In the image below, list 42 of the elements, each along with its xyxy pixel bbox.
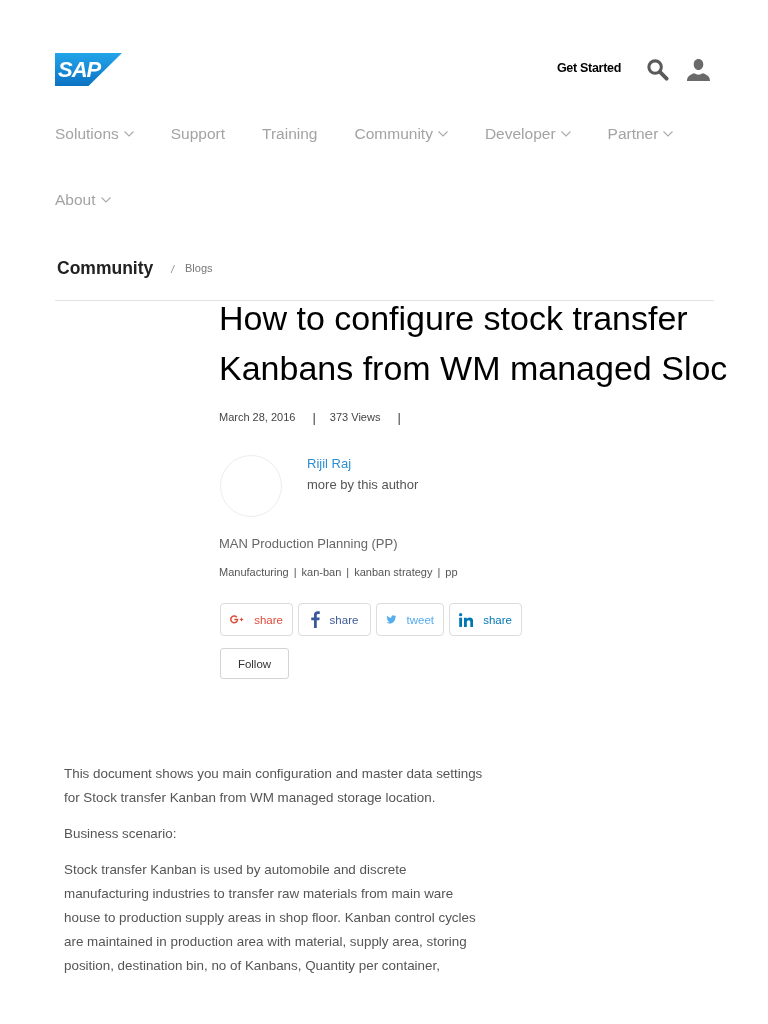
share-button[interactable]: share [298, 603, 371, 636]
nav-item[interactable]: About [55, 190, 111, 210]
nav-item[interactable]: Developer [484, 124, 571, 144]
tag-separator: | [437, 566, 441, 578]
breadcrumb-link[interactable]: Community [57, 257, 154, 279]
get-started-link[interactable]: Get Started [556, 61, 621, 75]
author-name-link[interactable]: Rijil Raj [307, 455, 352, 473]
article-title: How to configure stock transfer Kanbans from WM managed Sloc [219, 298, 729, 389]
tag-link[interactable]: kan-ban [301, 566, 342, 578]
breadcrumb-separator: / [171, 263, 175, 275]
paragraph: Business scenario: [64, 825, 178, 843]
logo[interactable]: SAP [55, 53, 122, 86]
paragraph: This document shows you main configuration and master data settings for Stock transfer Kanban from WM managed storage location. [64, 765, 484, 807]
tag-link[interactable]: pp [445, 566, 458, 578]
user-icon[interactable] [687, 58, 710, 81]
tag-link[interactable]: kanban strategy [354, 566, 433, 578]
tag-link[interactable]: Manufacturing [219, 566, 289, 578]
nav-item[interactable]: Solutions [55, 124, 134, 144]
tag-separator: | [293, 566, 297, 578]
nav-item[interactable]: Partner [607, 124, 674, 144]
chevron-down-icon [123, 131, 134, 137]
meta-text: March 28, 2016 [219, 411, 296, 423]
share-button[interactable]: tweet [376, 603, 444, 636]
share-button[interactable]: share [449, 603, 522, 636]
share-button[interactable]: share [220, 603, 293, 636]
tag-separator: | [346, 566, 350, 578]
meta-text: 373 Views [329, 411, 381, 423]
chevron-down-icon [437, 131, 448, 137]
more-by-author-link[interactable]: more by this author [307, 476, 419, 494]
nav-item[interactable]: Training [262, 124, 318, 144]
search-icon[interactable] [646, 58, 669, 81]
nav-item[interactable]: Community [354, 124, 448, 144]
nav-item[interactable]: Support [170, 124, 226, 144]
follow-button[interactable]: Follow [220, 648, 289, 679]
meta-separator: | [397, 409, 401, 425]
chevron-down-icon [560, 131, 571, 137]
chevron-down-icon [100, 197, 111, 203]
paragraph: Stock transfer Kanban is used by automobile and discrete manufacturing industries to transfer raw materials from main ware house to production supply areas in shop floor. Kanban control cycles are maintained in production area with material, supply area, storing position, destination bin, no of Kanbans, Quantity per container, [64, 861, 477, 975]
meta-separator: | [312, 409, 316, 425]
category-text: MAN Production Planning (PP) [219, 535, 399, 553]
chevron-down-icon [663, 131, 674, 137]
breadcrumb-link[interactable]: Blogs [185, 262, 213, 274]
